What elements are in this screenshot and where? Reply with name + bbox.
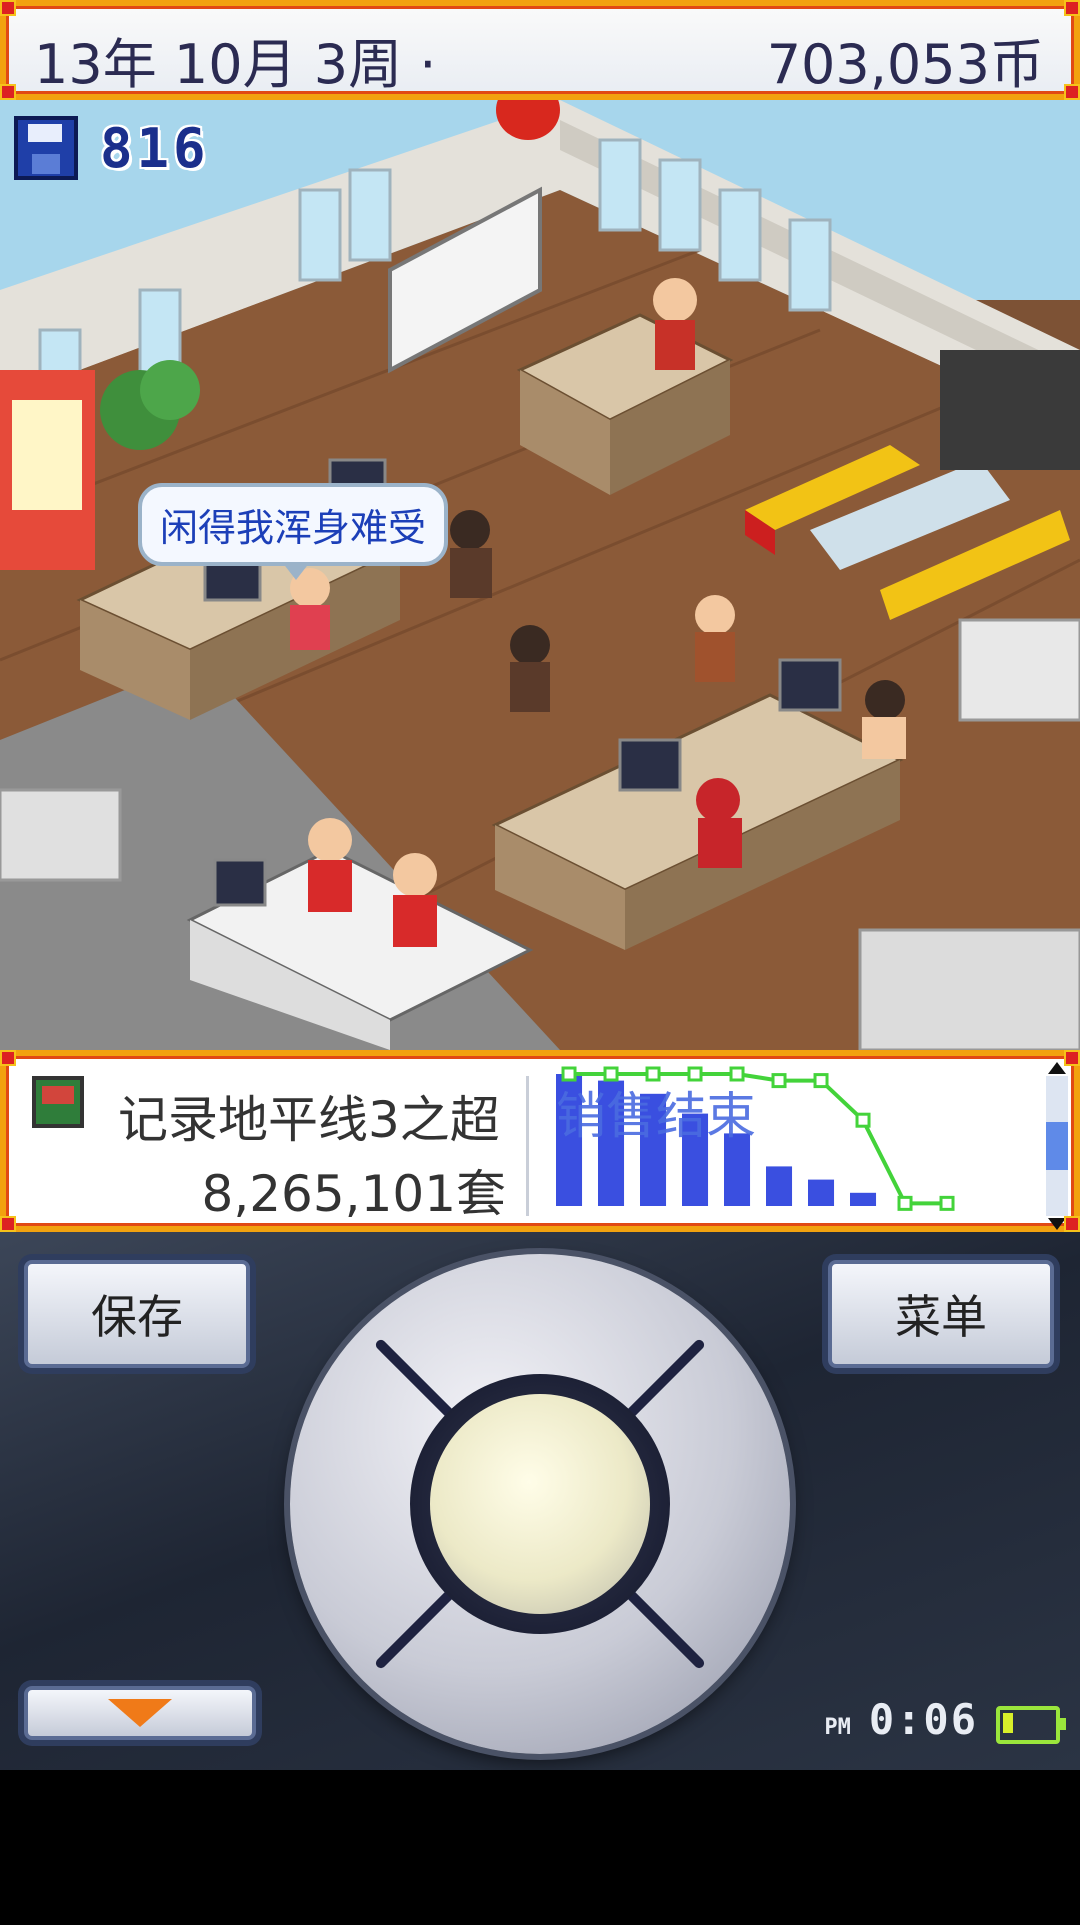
frame-corner [0, 1050, 16, 1066]
dpad-center-button[interactable] [430, 1394, 650, 1614]
sales-trend-point [855, 1112, 871, 1128]
frame-corner [1064, 1216, 1080, 1232]
sales-status-label: 销售结束 [556, 1087, 756, 1145]
sales-trend-point [897, 1195, 913, 1211]
battery-icon [996, 1706, 1066, 1744]
save-button[interactable]: 保存 [24, 1260, 250, 1368]
office-scene[interactable]: 816 闲得我浑身难受 [0, 100, 1080, 1050]
sales-bar [850, 1192, 877, 1206]
sales-scrollbar[interactable] [1046, 1062, 1068, 1230]
money-counter: 703,053币 [766, 33, 1044, 96]
scrollbar-thumb[interactable] [1046, 1122, 1068, 1170]
sales-bar [766, 1166, 793, 1206]
divider [526, 1076, 529, 1216]
frame-corner [1064, 84, 1080, 100]
sales-trend-point [771, 1073, 787, 1089]
directional-pad[interactable] [290, 1254, 790, 1754]
speech-bubble: 闲得我浑身难受 [138, 483, 449, 580]
sales-panel[interactable]: 记录地平线3之超 8,265,101套 销售结束 [0, 1050, 1080, 1232]
frame-corner [1064, 0, 1080, 16]
clock: PM 0:06 [824, 1695, 1066, 1744]
save-count: 816 [14, 116, 210, 180]
clock-time: 0:06 [868, 1695, 978, 1744]
game-cover-icon [32, 1076, 84, 1128]
clock-ampm: PM [824, 1715, 851, 1740]
frame-corner [0, 0, 16, 16]
frame-corner [1064, 1050, 1080, 1066]
game-date: 13年 10月 3周 · [34, 33, 437, 96]
sales-bar [808, 1179, 835, 1206]
frame-corner [0, 1216, 16, 1232]
menu-button[interactable]: 菜单 [828, 1260, 1054, 1368]
floppy-disk-icon [14, 116, 78, 180]
frame-corner [0, 84, 16, 100]
sales-trend-point [813, 1073, 829, 1089]
sales-trend-point [939, 1195, 955, 1211]
status-bar: 13年 10月 3周 · 703,053币 [0, 0, 1080, 100]
office-illustration [0, 100, 1080, 1050]
save-count-value: 816 [100, 116, 210, 180]
arrow-down-icon [108, 1699, 172, 1727]
control-pad-area: 保存 菜单 PM 0:06 [0, 1232, 1080, 1770]
game-title: 记录地平线3之超 [118, 1091, 500, 1149]
collapse-button[interactable] [24, 1686, 256, 1740]
units-sold: 8,265,101套 [201, 1165, 506, 1223]
